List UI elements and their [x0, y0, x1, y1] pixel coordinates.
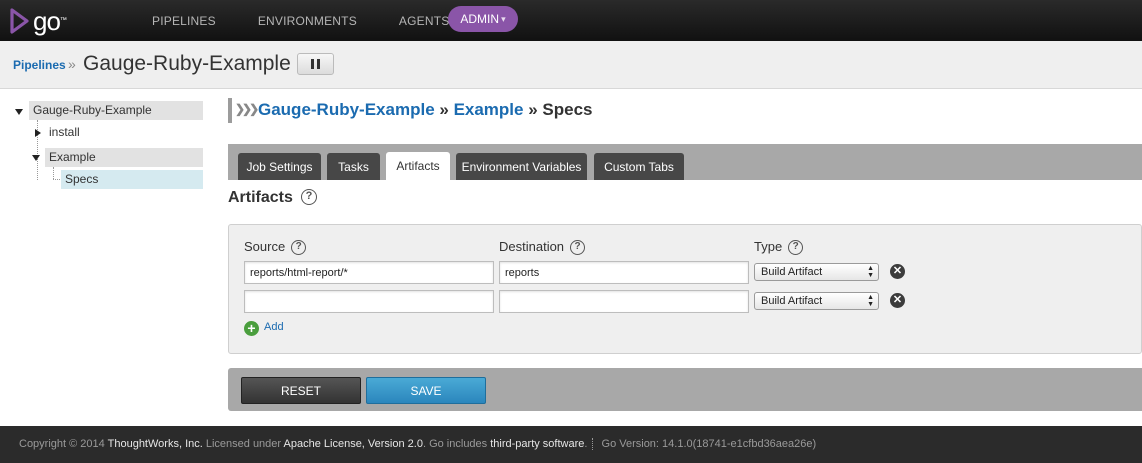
pause-icon-bar-left — [311, 59, 314, 69]
select-arrows-icon: ▲ ▼ — [867, 265, 874, 279]
heading-separator: » — [523, 100, 543, 119]
go-logo-icon — [10, 8, 29, 34]
artifact-type-value: Build Artifact — [761, 295, 823, 307]
tab-job-settings[interactable]: Job Settings — [238, 153, 321, 180]
artifact-destination-input[interactable] — [499, 261, 749, 284]
footer-copyright: Copyright © 2014 — [19, 438, 108, 450]
breadcrumb: Pipelines » Gauge-Ruby-Example — [0, 41, 1142, 89]
footer: Copyright © 2014 ThoughtWorks, Inc. Lice… — [0, 426, 1142, 463]
source-label: Source — [244, 239, 286, 254]
artifact-type-select[interactable]: Build Artifact ▲ ▼ — [754, 292, 879, 310]
expand-stage-install-icon[interactable] — [35, 129, 41, 137]
footer-licensed-text: Licensed under — [202, 438, 284, 450]
help-icon[interactable]: ? — [301, 189, 317, 205]
footer-license-link[interactable]: Apache License, Version 2.0 — [284, 438, 423, 450]
tree-item-specs[interactable]: Specs — [61, 170, 203, 189]
save-button[interactable]: SAVE — [366, 377, 486, 404]
footer-third-party-link[interactable]: third-party software — [490, 438, 584, 450]
artifacts-panel — [228, 224, 1142, 354]
help-icon[interactable]: ? — [570, 240, 586, 256]
heading-pipeline-link[interactable]: Gauge-Ruby-Example — [258, 100, 435, 119]
tab-custom-tabs[interactable]: Custom Tabs — [594, 153, 684, 180]
page-title: Gauge-Ruby-Example — [83, 52, 291, 75]
nav-admin-dropdown[interactable]: ADMIN ▾ — [448, 6, 518, 32]
footer-includes-text: . Go includes — [422, 438, 491, 450]
nav-pipelines[interactable]: PIPELINES — [152, 14, 216, 28]
form-actions: RESET SAVE — [228, 368, 1142, 411]
tree-item-install[interactable]: install — [49, 123, 80, 142]
job-tabs: Job Settings Tasks Artifacts Environment… — [228, 144, 1142, 180]
destination-label: Destination — [499, 239, 565, 254]
pause-icon-bar-right — [317, 59, 320, 69]
tab-tasks[interactable]: Tasks — [327, 153, 380, 180]
breadcrumb-pipelines-link[interactable]: Pipelines — [13, 58, 66, 72]
nav-environments[interactable]: ENVIRONMENTS — [258, 14, 357, 28]
tree-item-pipeline[interactable]: Gauge-Ruby-Example — [29, 101, 203, 120]
help-icon[interactable]: ? — [291, 240, 307, 256]
add-icon[interactable]: + — [244, 321, 259, 336]
artifact-source-input[interactable] — [244, 261, 494, 284]
collapse-stage-example-icon[interactable] — [32, 155, 40, 161]
remove-artifact-icon[interactable]: ✕ — [890, 293, 905, 308]
type-label: Type — [754, 239, 783, 254]
tab-artifacts[interactable]: Artifacts — [386, 152, 450, 180]
chevron-down-icon: ▾ — [501, 13, 506, 24]
destination-column-label: Destination? — [499, 239, 586, 256]
heading-stage-link[interactable]: Example — [454, 100, 524, 119]
collapse-pipeline-icon[interactable] — [15, 109, 23, 115]
type-column-label: Type? — [754, 239, 804, 256]
add-artifact-link[interactable]: Add — [264, 321, 284, 333]
artifact-type-value: Build Artifact — [761, 266, 823, 278]
help-icon[interactable]: ? — [788, 240, 804, 256]
heading-separator: » — [434, 100, 454, 119]
footer-divider — [592, 438, 594, 451]
breadcrumb-separator: » — [68, 56, 76, 72]
pipeline-tree: Gauge-Ruby-Example install Example Specs — [0, 89, 215, 426]
logo-text: go™ — [33, 6, 67, 36]
section-title: Artifacts — [228, 189, 293, 206]
artifact-type-select[interactable]: Build Artifact ▲ ▼ — [754, 263, 879, 281]
pause-pipeline-button[interactable] — [297, 53, 334, 75]
tree-connector — [53, 167, 54, 179]
footer-company-link[interactable]: ThoughtWorks, Inc. — [108, 438, 203, 450]
tree-item-example[interactable]: Example — [45, 148, 203, 167]
heading-marker — [228, 98, 232, 123]
reset-button[interactable]: RESET — [241, 377, 361, 404]
nav-agents[interactable]: AGENTS — [399, 14, 450, 28]
select-arrows-icon: ▲ ▼ — [867, 294, 874, 308]
footer-period: . — [584, 438, 588, 450]
top-navigation-bar: go™ PIPELINES ENVIRONMENTS AGENTS ADMIN … — [0, 0, 1142, 41]
source-column-label: Source? — [244, 239, 307, 256]
nav-admin-label: ADMIN — [460, 12, 500, 26]
remove-artifact-icon[interactable]: ✕ — [890, 264, 905, 279]
footer-version: Go Version: 14.1.0(18741-e1cfbd36aea26e) — [598, 438, 817, 450]
heading-job: Specs — [542, 100, 593, 119]
artifact-destination-input[interactable] — [499, 290, 749, 313]
job-breadcrumb: Gauge-Ruby-Example » Example » Specs — [258, 100, 593, 120]
main-nav: PIPELINES ENVIRONMENTS AGENTS — [152, 0, 491, 41]
chevrons-icon: ❯❯❯ — [235, 102, 259, 116]
go-logo[interactable]: go™ — [10, 4, 67, 38]
tab-environment-variables[interactable]: Environment Variables — [456, 153, 587, 180]
artifact-source-input[interactable] — [244, 290, 494, 313]
